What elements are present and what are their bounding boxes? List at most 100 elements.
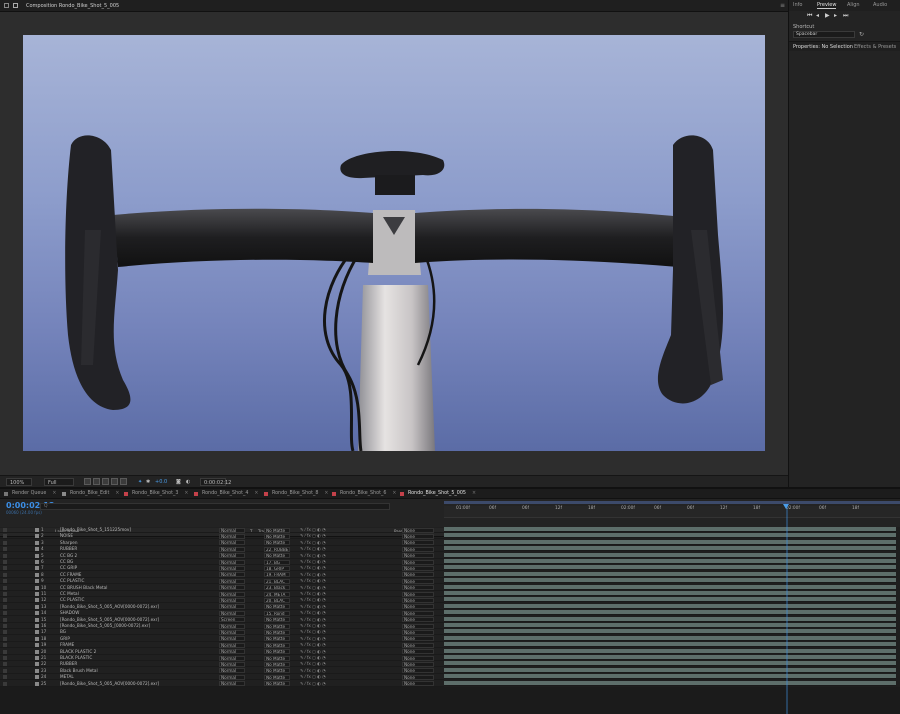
label-color-swatch[interactable] [35,662,39,667]
layer-name[interactable]: GRIP [60,636,210,642]
parent-dropdown[interactable]: None [402,655,434,661]
parent-dropdown[interactable]: None [402,668,434,674]
layer-row[interactable]: 2 NOISE Normal No Matte ✎ ⁄ fx ◻ ◐ ◔ None [0,533,444,540]
label-color-swatch[interactable] [35,611,39,616]
first-frame-icon[interactable]: ⏮ [807,12,812,20]
layer-row[interactable]: 6 CC BG Normal 17. BG ✎ ⁄ fx ◻ ◐ ◔ None [0,559,444,566]
layer-name[interactable]: CC GRIP [60,565,210,571]
layer-name[interactable]: RUBBER [60,661,210,667]
parent-dropdown[interactable]: None [402,604,434,610]
visibility-eye-icon[interactable] [3,611,7,616]
zoom-dropdown[interactable]: 100% [6,478,32,486]
visibility-eye-icon[interactable] [3,528,7,532]
layer-row[interactable]: 17 BG Normal No Matte ✎ ⁄ fx ◻ ◐ ◔ None [0,629,444,636]
blend-mode-dropdown[interactable]: Normal [219,572,245,578]
blend-mode-dropdown[interactable]: Normal [219,559,245,565]
layer-switches[interactable]: ✎ ⁄ fx ◻ ◐ ◔ [300,585,350,591]
track-matte-dropdown[interactable]: 18. GRIP [264,565,290,571]
visibility-eye-icon[interactable] [3,566,7,571]
layer-duration-bar[interactable] [444,539,896,545]
layer-name[interactable]: CC PLASTIC [60,578,210,584]
label-color-swatch[interactable] [35,572,39,577]
label-color-swatch[interactable] [35,560,39,564]
layer-duration-bar[interactable] [444,571,896,577]
shortcut-dropdown[interactable]: Spacebar [793,31,855,38]
visibility-eye-icon[interactable] [3,636,7,641]
layer-name[interactable]: BLACK PLASTIC 2 [60,649,210,655]
layer-duration-bar[interactable] [444,591,896,597]
layer-name[interactable]: CC FRAME [60,572,210,578]
layer-switches[interactable]: ✎ ⁄ fx ◻ ◐ ◔ [300,655,350,661]
layer-duration-bar[interactable] [444,597,896,603]
label-color-swatch[interactable] [35,675,39,680]
show-snapshot-icon[interactable]: ◐ [186,478,190,486]
layer-switches[interactable]: ✎ ⁄ fx ◻ ◐ ◔ [300,661,350,667]
visibility-eye-icon[interactable] [3,572,7,577]
layer-duration-bar[interactable] [444,616,896,622]
track-matte-dropdown[interactable]: No Matte [264,642,290,648]
parent-dropdown[interactable]: None [402,617,434,623]
layer-switches[interactable]: ✎ ⁄ fx ◻ ◐ ◔ [300,668,350,674]
layer-name[interactable]: Sharpen [60,540,210,546]
label-color-swatch[interactable] [35,528,39,532]
layer-name[interactable]: NOISE [60,533,210,539]
layer-row[interactable]: 5 CC BG 2 Normal No Matte ✎ ⁄ fx ◻ ◐ ◔ None [0,553,444,559]
play-icon[interactable]: ▶ [825,12,830,19]
visibility-eye-icon[interactable] [3,547,7,552]
blend-mode-dropdown[interactable]: Normal [219,674,245,680]
visibility-eye-icon[interactable] [3,540,7,545]
track-matte-dropdown[interactable]: No Matte [264,649,290,655]
layer-row[interactable]: 9 CC PLASTIC Normal 21. BLAC ✎ ⁄ fx ◻ ◐ ◔ Non… [0,578,444,585]
layer-name[interactable]: [Rondo_Bike_Shot_5_005_[0000-0072].exr] [60,623,210,629]
layer-name[interactable]: METAL [60,674,210,680]
label-color-swatch[interactable] [35,579,39,584]
layer-row[interactable]: 14 SHADOW Normal 15. Rond ✎ ⁄ fx ◻ ◐ ◔ None [0,610,444,617]
fast-previews-icon[interactable]: ✦ [138,478,142,486]
timeline-tab[interactable]: Rondo_Bike_Shot_6 × [332,490,396,498]
blend-mode-dropdown[interactable]: Normal [219,642,245,648]
layer-duration-bar[interactable] [444,674,896,680]
panel-options-icon[interactable]: ≡ [780,2,785,9]
layer-duration-bar[interactable] [444,629,896,635]
visibility-eye-icon[interactable] [3,681,7,686]
blend-mode-dropdown[interactable]: Normal [219,527,245,533]
layer-switches[interactable]: ✎ ⁄ fx ◻ ◐ ◔ [300,540,350,546]
parent-dropdown[interactable]: None [402,642,434,648]
blend-mode-dropdown[interactable]: Normal [219,540,245,546]
layer-row[interactable]: 15 [Rondo_Bike_Shot_5_005_AOV[0000-0072].… [0,617,444,623]
blend-mode-dropdown[interactable]: Normal [219,629,245,635]
visibility-eye-icon[interactable] [3,624,7,628]
parent-dropdown[interactable]: None [402,661,434,667]
track-matte-dropdown[interactable]: 19. FRAM [264,572,290,578]
label-color-swatch[interactable] [35,585,39,590]
parent-dropdown[interactable]: None [402,533,434,539]
label-color-swatch[interactable] [35,656,39,660]
close-tab-icon[interactable]: × [115,491,119,496]
visibility-eye-icon[interactable] [3,668,7,673]
parent-dropdown[interactable]: None [402,649,434,655]
layer-switches[interactable]: ✎ ⁄ fx ◻ ◐ ◔ [300,565,350,571]
track-matte-dropdown[interactable]: No Matte [264,533,290,539]
layer-duration-bar[interactable] [444,610,896,616]
blend-mode-dropdown[interactable]: Normal [219,565,245,571]
parent-dropdown[interactable]: None [402,572,434,578]
timeline-tab[interactable]: Rondo_Bike_Shot_5_005 × [400,490,476,498]
layer-name[interactable]: RUBBER [60,546,210,552]
tab-audio[interactable]: Audio [873,2,887,8]
layer-row[interactable]: 4 RUBBER Normal 22. RUBBE ✎ ⁄ fx ◻ ◐ ◔ None [0,546,444,553]
layer-row[interactable]: 22 RUBBER Normal No Matte ✎ ⁄ fx ◻ ◐ ◔ None [0,661,444,668]
parent-dropdown[interactable]: None [402,559,434,565]
exposure-value[interactable]: +0.0 [155,478,167,486]
label-color-swatch[interactable] [35,553,39,558]
track-matte-dropdown[interactable]: 17. BG [264,559,290,565]
layer-row[interactable]: 24 METAL Normal No Matte ✎ ⁄ fx ◻ ◐ ◔ None [0,674,444,681]
grid-guides-icon[interactable] [111,478,118,486]
visibility-eye-icon[interactable] [3,656,7,660]
layer-row[interactable]: 1 [Rondo_Bike_Shot_5_151225mov] Normal No M… [0,527,444,534]
layer-duration-bar[interactable] [444,667,896,673]
visibility-eye-icon[interactable] [3,643,7,648]
track-matte-dropdown[interactable]: No Matte [264,553,290,559]
close-tab-icon[interactable]: × [324,491,328,496]
label-color-swatch[interactable] [35,668,39,673]
layer-row[interactable]: 21 BLACK PLASTIC Normal No Matte ✎ ⁄ fx ◻ ◐ … [0,655,444,662]
